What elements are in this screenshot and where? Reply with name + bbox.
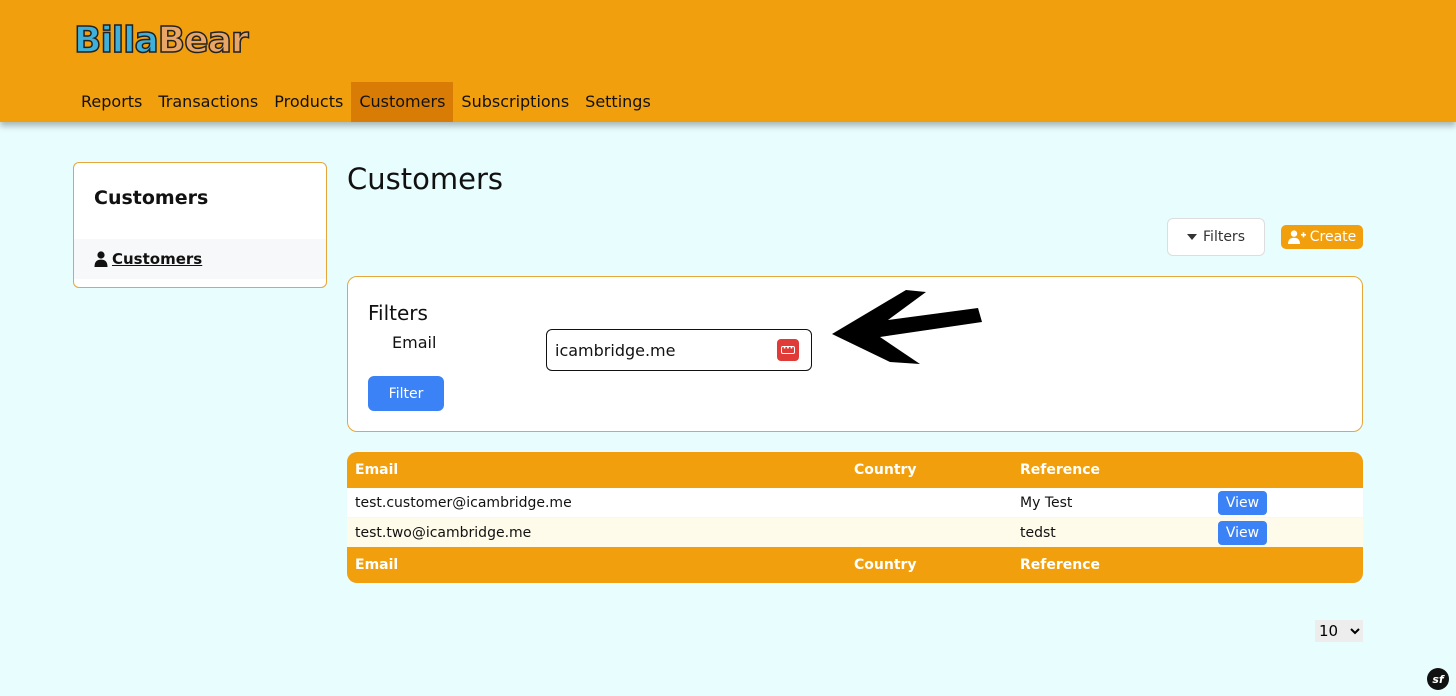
nav-item-settings[interactable]: Settings	[577, 82, 659, 122]
view-button[interactable]: View	[1218, 490, 1267, 515]
symfony-toolbar-icon[interactable]: sf	[1427, 668, 1449, 690]
customers-table: Email Country Reference test.customer@ic…	[347, 452, 1363, 583]
column-header-email: Email	[355, 462, 399, 478]
annotation-arrow-icon	[832, 290, 982, 364]
cell-email: test.two@icambridge.me	[355, 524, 532, 541]
user-icon	[94, 251, 108, 267]
nav-item-reports[interactable]: Reports	[73, 82, 150, 122]
nav-item-subscriptions[interactable]: Subscriptions	[453, 82, 577, 122]
table-footer: Email Country Reference	[347, 547, 1363, 583]
nav-item-transactions[interactable]: Transactions	[150, 82, 266, 122]
column-header-reference: Reference	[1020, 462, 1101, 478]
table-header: Email Country Reference	[347, 452, 1363, 488]
table-row: test.customer@icambridge.me My Test View	[347, 488, 1363, 517]
top-header: BillaBear Reports Transactions Products …	[0, 0, 1456, 122]
cell-reference: tedst	[1020, 524, 1056, 541]
sidebar-link-customers[interactable]: Customers	[94, 250, 202, 268]
view-button[interactable]: View	[1218, 520, 1267, 545]
main-nav: Reports Transactions Products Customers …	[73, 82, 659, 122]
email-filter-input[interactable]	[546, 329, 812, 371]
table-row: test.two@icambridge.me tedst View	[347, 518, 1363, 547]
sidebar: Customers Customers	[73, 162, 327, 288]
caret-down-icon	[1187, 234, 1198, 240]
user-plus-icon	[1287, 230, 1306, 244]
billabear-logo[interactable]: BillaBear	[73, 19, 249, 62]
create-button-label: Create	[1309, 229, 1357, 245]
email-filter-label: Email	[392, 333, 437, 352]
cell-reference: My Test	[1020, 494, 1073, 511]
column-header-country: Country	[854, 462, 917, 478]
cell-action: View	[1218, 518, 1267, 547]
filters-toggle-label: Filters	[1203, 229, 1245, 245]
cell-action: View	[1218, 488, 1267, 517]
footer-header-country: Country	[854, 557, 917, 573]
password-manager-icon[interactable]: ···	[777, 339, 799, 361]
per-page-select[interactable]: 10	[1315, 620, 1363, 642]
filter-panel-title: Filters	[368, 301, 428, 325]
create-button[interactable]: Create	[1281, 225, 1363, 249]
sidebar-link-label: Customers	[112, 250, 203, 268]
footer-header-email: Email	[355, 557, 399, 573]
cell-email: test.customer@icambridge.me	[355, 494, 572, 511]
sidebar-title: Customers	[94, 187, 209, 209]
filter-submit-button[interactable]: Filter	[368, 376, 444, 411]
footer-header-reference: Reference	[1020, 557, 1101, 573]
page-title: Customers	[347, 162, 503, 196]
nav-item-products[interactable]: Products	[266, 82, 351, 122]
nav-item-customers[interactable]: Customers	[351, 82, 454, 122]
filters-toggle-button[interactable]: Filters	[1167, 218, 1265, 256]
sidebar-item-customers[interactable]: Customers	[74, 239, 326, 279]
